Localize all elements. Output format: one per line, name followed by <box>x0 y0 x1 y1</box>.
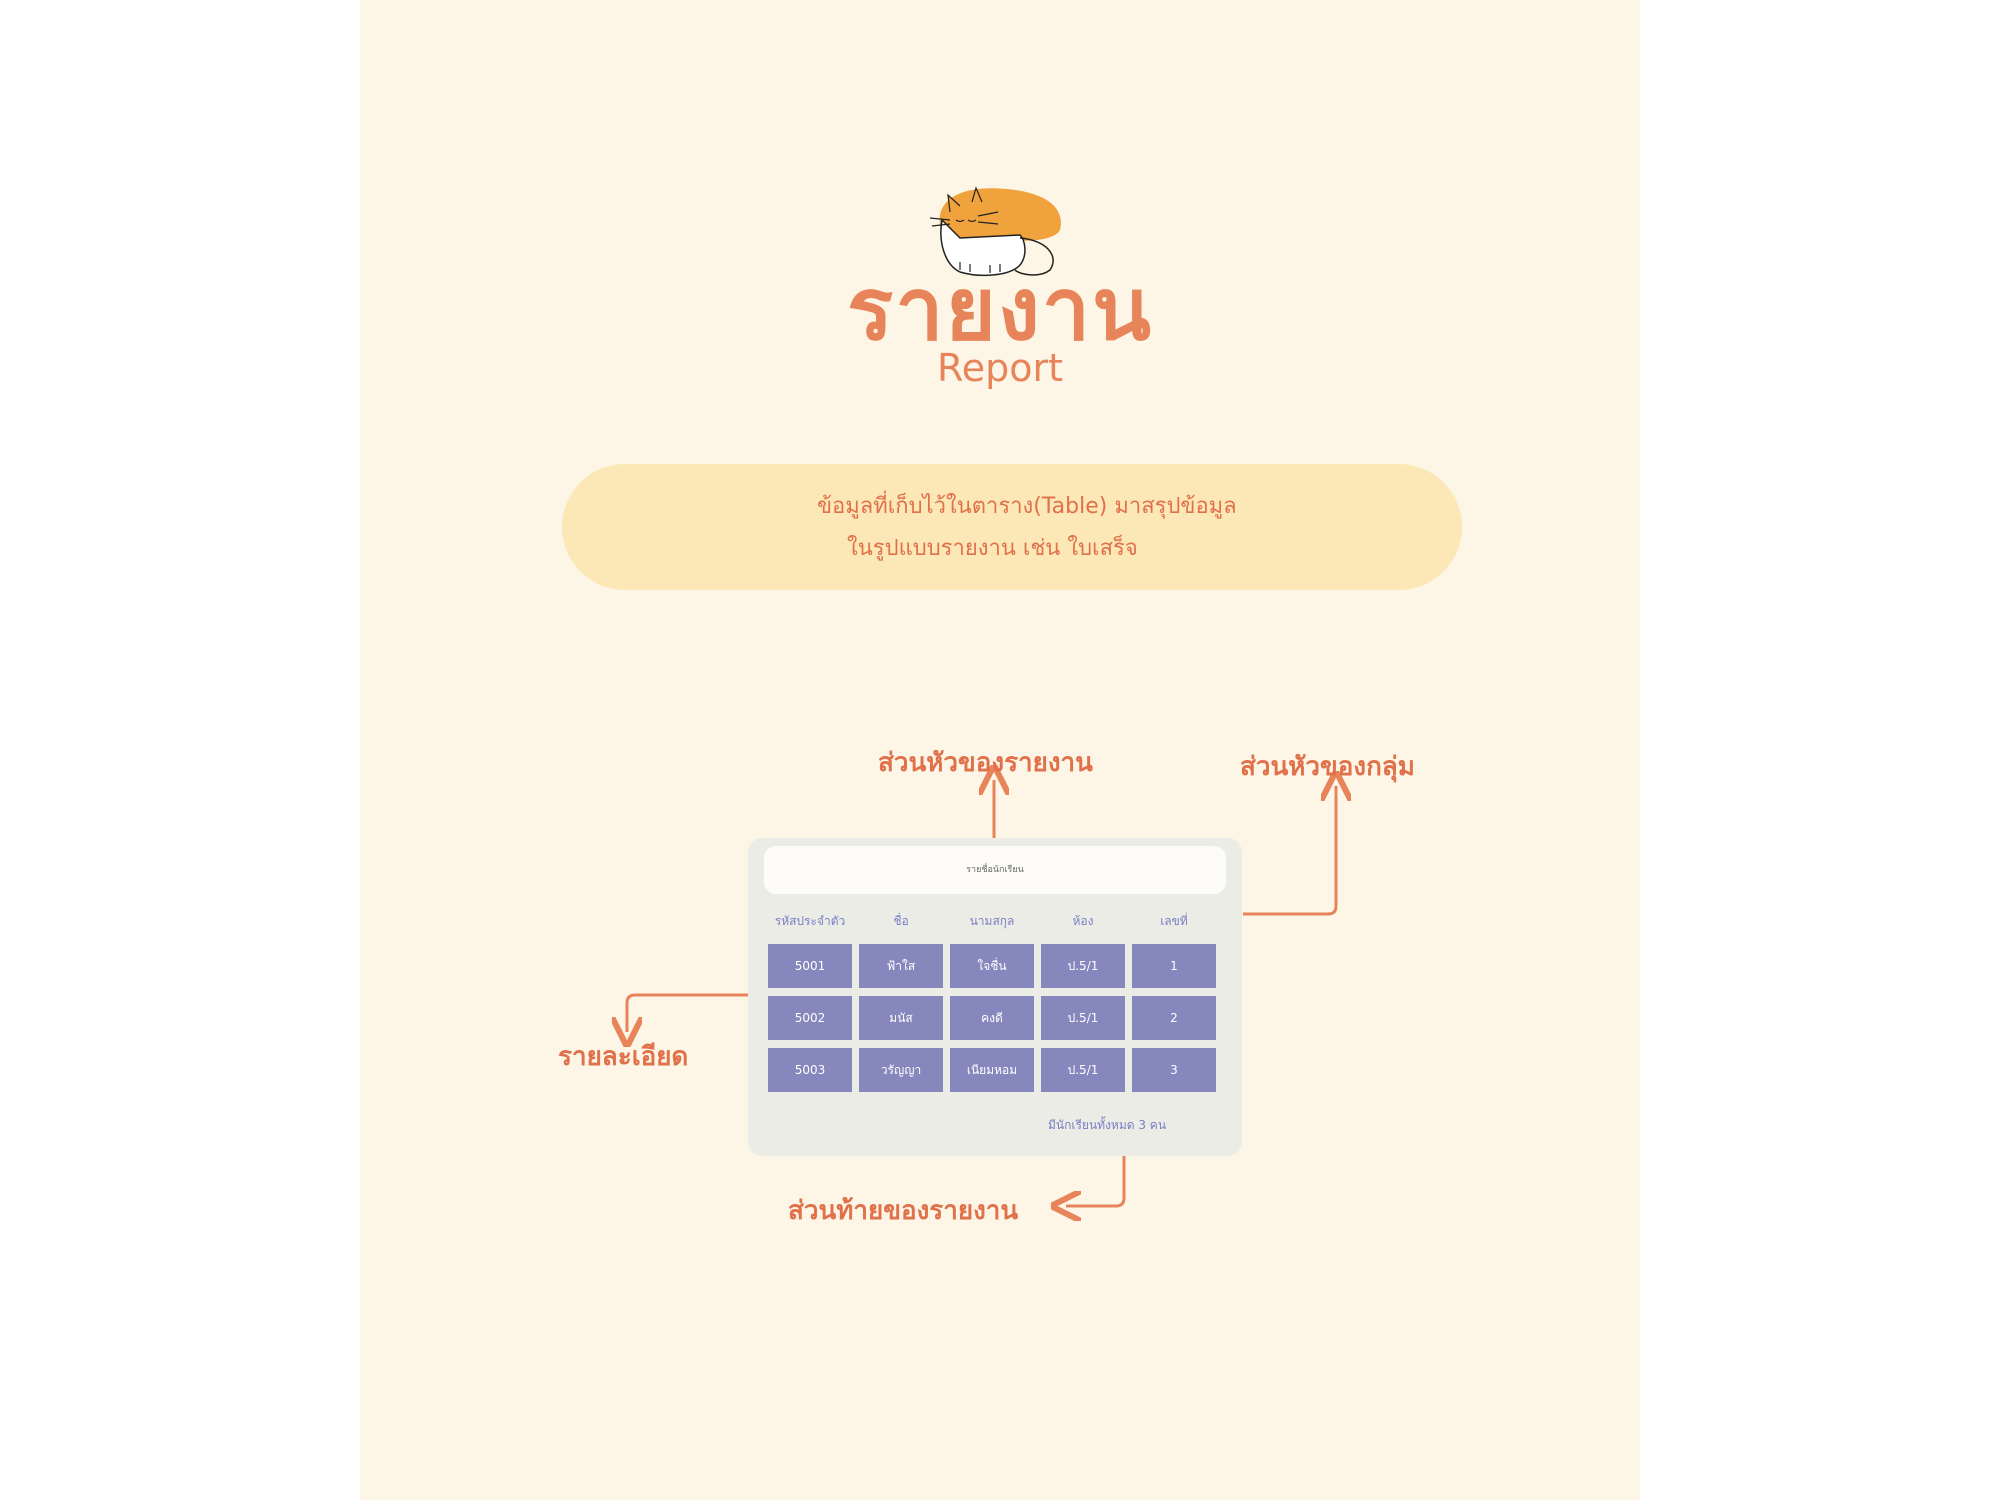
page: รายงาน Report ข้อมูลที่เก็บไว้ในตาราง(Ta… <box>360 0 1640 1500</box>
table-cell: ป.5/1 <box>1041 944 1125 988</box>
group-header-arrow <box>1243 786 1336 916</box>
table-cell: วรัญญา <box>859 1048 943 1092</box>
label-detail: รายละเอียด <box>558 1042 689 1072</box>
table-cell: ป.5/1 <box>1041 1048 1125 1092</box>
table-cell: 5001 <box>768 944 852 988</box>
table-cell: เนียมหอม <box>950 1048 1034 1092</box>
table-cell: 5003 <box>768 1048 852 1092</box>
table-cell: คงดี <box>950 996 1034 1040</box>
column-header: ชื่อ <box>893 914 909 928</box>
column-header: ห้อง <box>1072 914 1094 928</box>
table-cell: มนัส <box>859 996 943 1040</box>
column-header: นามสกุล <box>969 914 1015 928</box>
table-cell: 3 <box>1132 1048 1216 1092</box>
report-footer-text: มีนักเรียนทั้งหมด 3 คน <box>1048 1118 1167 1132</box>
table-cell: 5002 <box>768 996 852 1040</box>
label-report-header: ส่วนหัวของรายงาน <box>878 748 1093 778</box>
detail-arrow <box>627 993 748 1032</box>
table-cell: 1 <box>1132 944 1216 988</box>
column-header: รหัสประจำตัว <box>774 914 846 928</box>
table-cell: ใจชื่น <box>950 944 1034 988</box>
table-cell: ป.5/1 <box>1041 996 1125 1040</box>
column-header: เลขที่ <box>1160 914 1188 928</box>
report-header-bar: รายชื่อนักเรียน <box>764 846 1226 894</box>
table-cell: 2 <box>1132 996 1216 1040</box>
table-cell: ฟ้าใส <box>859 944 943 988</box>
label-report-footer: ส่วนท้ายของรายงาน <box>788 1196 1019 1226</box>
report-sample: รายชื่อนักเรียน รหัสประจำตัว ชื่อ นามสกุ… <box>748 838 1242 1156</box>
label-group-header: ส่วนหัวของกลุ่ม <box>1240 752 1415 782</box>
